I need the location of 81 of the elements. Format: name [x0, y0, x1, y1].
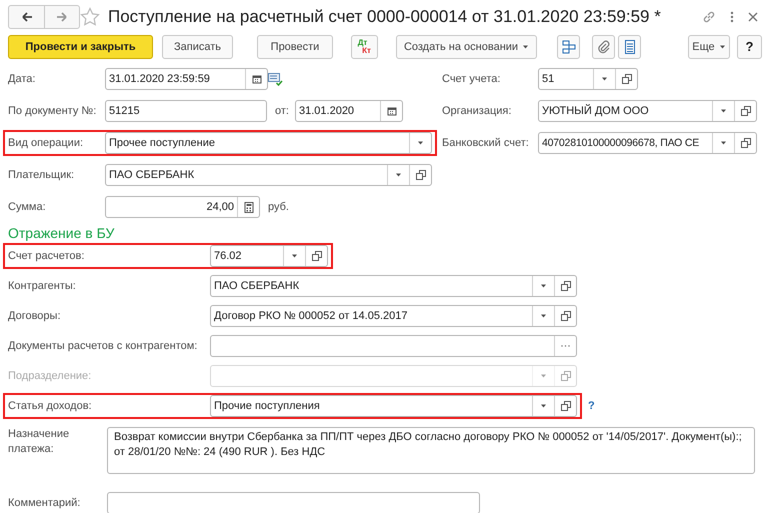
section-title: Отражение в БУ [8, 224, 116, 242]
field-label: Счет расчетов: [8, 248, 86, 264]
select-field[interactable]: 51 [538, 68, 638, 90]
calculator-icon [244, 202, 254, 212]
toolbar-button[interactable]: ? [737, 35, 762, 59]
open-icon [560, 281, 570, 291]
dropdown-icon [540, 284, 547, 288]
caret-icon [718, 45, 726, 49]
field-label: Организация: [442, 104, 512, 119]
number-field[interactable]: 24,00 [105, 196, 260, 218]
window-title: Поступление на расчетный счет 0000-000014 от 31.01.2020 23:59:59 * [108, 6, 662, 28]
attach-button[interactable] [592, 35, 615, 59]
date-field[interactable]: 31.01.2020 23:59:59 [105, 68, 268, 90]
dropdown-icon [540, 314, 547, 318]
toolbar-button[interactable]: Провести [257, 35, 333, 59]
field-label: Статья доходов: [8, 398, 93, 414]
open-icon [416, 170, 426, 180]
field-label: Счет учета: [442, 72, 502, 87]
field-label: Контрагенты: [8, 278, 77, 294]
field-label: Подразделение: [8, 368, 92, 384]
select-field[interactable]: 40702810100000096678, ПАО СЕ [538, 132, 757, 154]
dropdown-icon [395, 173, 402, 177]
menu-button[interactable]: Создать на основании [396, 35, 537, 59]
more-options-icon[interactable] [730, 10, 734, 22]
menu-button[interactable]: Еще [688, 35, 730, 59]
arrow-left-icon [20, 10, 32, 22]
open-icon [560, 311, 570, 321]
field-label: Сумма: [8, 200, 47, 215]
field-label: Договоры: [8, 308, 62, 324]
dropdown-icon [540, 374, 547, 378]
dropdown-icon [540, 404, 547, 408]
field-label: По документу №: [8, 104, 98, 119]
field-label: Вид операции: [8, 136, 84, 151]
paperclip-icon [596, 40, 610, 54]
date-field[interactable]: 31.01.2020 [295, 100, 403, 122]
caret-icon [522, 45, 530, 49]
unit-label: руб. [268, 200, 289, 215]
open-icon [740, 106, 750, 116]
select-field[interactable]: УЮТНЫЙ ДОМ ООО [538, 100, 757, 122]
field-label: Назначение платежа: [8, 427, 70, 457]
debit-credit-button[interactable]: Дт Кт [351, 35, 378, 59]
document-check-icon[interactable] [268, 72, 283, 86]
input-field[interactable]: 51215 [105, 100, 267, 122]
calendar-icon [386, 106, 396, 116]
structure-button[interactable] [557, 35, 580, 59]
arrow-right-icon [56, 10, 68, 22]
list-button[interactable] [618, 35, 641, 59]
post-and-close-button[interactable]: Провести и закрыть [8, 35, 153, 59]
calendar-icon [252, 74, 262, 84]
help-link[interactable]: ? [588, 398, 595, 414]
structure-icon [562, 40, 576, 54]
open-icon [560, 401, 570, 411]
dropdown-icon [291, 254, 298, 258]
toolbar-button[interactable]: Записать [162, 35, 233, 59]
open-icon [312, 251, 322, 261]
field-label: Банковский счет: [442, 136, 530, 151]
select-field[interactable]: ПАО СБЕРБАНК [210, 275, 577, 297]
field-label: Дата: [8, 72, 36, 87]
dropdown-icon [417, 141, 424, 145]
select-field[interactable]: 76.02 [210, 245, 328, 267]
open-icon [740, 138, 750, 148]
input-field[interactable] [210, 335, 577, 357]
field-label: Комментарий: [8, 496, 82, 511]
link-icon[interactable] [702, 10, 716, 24]
field-label: Документы расчетов с контрагентом: [8, 338, 198, 354]
dropdown-icon [720, 109, 727, 113]
dropdown-icon [720, 141, 727, 145]
field-label: Плательщик: [8, 168, 76, 183]
star-icon[interactable] [80, 6, 100, 26]
field-label: от: [275, 104, 290, 119]
select-field[interactable]: Договор РКО № 000052 от 14.05.2017 [210, 305, 577, 327]
open-icon [622, 74, 632, 84]
select-field[interactable]: ПАО СБЕРБАНК [105, 164, 432, 186]
dropdown-icon [601, 77, 608, 81]
text-area[interactable]: Возврат комиссии внутри Сбербанка за ПП/ПТ через ДБО согласно договору РКО № 000052 от '14/05/2017'. Документ(ы):; от 28/01/20 №№: 24 (490 RUR ). Без НДС [107, 427, 755, 474]
select-field[interactable]: Прочие поступления [210, 395, 577, 417]
close-icon[interactable] [748, 12, 758, 22]
open-icon [560, 371, 570, 381]
select-field[interactable]: Прочее поступление [105, 132, 432, 154]
list-icon [624, 40, 634, 54]
input-field[interactable] [107, 492, 480, 513]
